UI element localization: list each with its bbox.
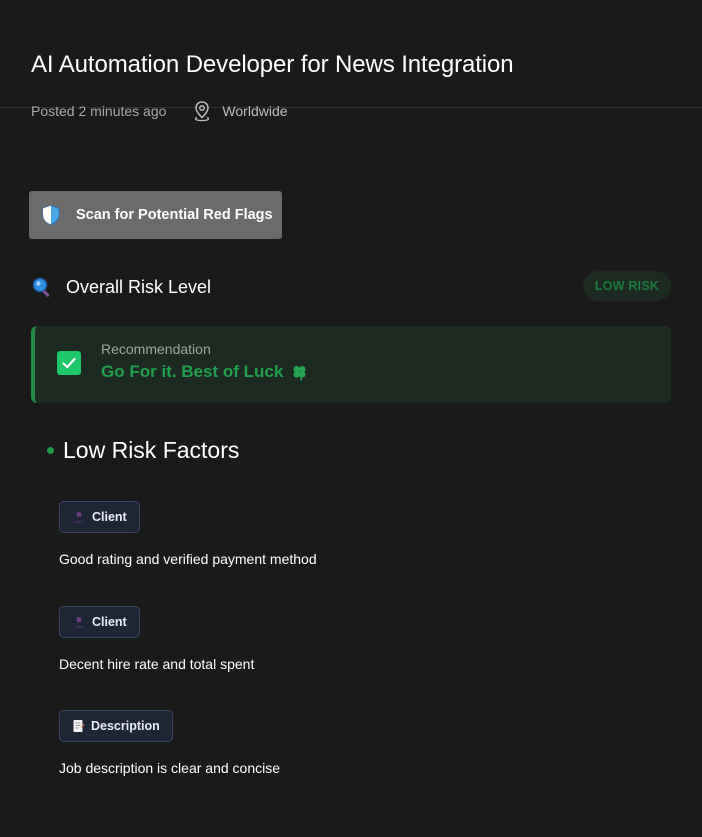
risk-factor-item: Client Good rating and verified payment … bbox=[59, 501, 317, 567]
person-icon bbox=[72, 510, 86, 524]
factor-description: Good rating and verified payment method bbox=[59, 551, 317, 567]
shield-icon bbox=[42, 204, 60, 226]
magnifier-icon bbox=[32, 277, 50, 297]
person-icon bbox=[72, 615, 86, 629]
recommendation-value: Go For it. Best of Luck bbox=[101, 362, 308, 382]
low-risk-factors-title: Low Risk Factors bbox=[63, 437, 240, 463]
factor-tag-client: Client bbox=[59, 606, 140, 638]
job-meta: Posted 2 minutes ago Worldwide bbox=[31, 100, 671, 122]
recommendation-card: Recommendation Go For it. Best of Luck bbox=[31, 326, 671, 403]
bullet-dot bbox=[47, 447, 54, 454]
low-risk-factors-heading: Low Risk Factors bbox=[47, 437, 239, 464]
risk-factor-item: Client Decent hire rate and total spent bbox=[59, 606, 254, 672]
scan-red-flags-button[interactable]: Scan for Potential Red Flags bbox=[29, 191, 282, 239]
job-header: AI Automation Developer for News Integra… bbox=[0, 0, 702, 122]
risk-level-badge: LOW RISK bbox=[582, 271, 671, 301]
job-title: AI Automation Developer for News Integra… bbox=[31, 51, 514, 78]
memo-icon bbox=[72, 719, 85, 733]
overall-risk-label: Overall Risk Level bbox=[66, 276, 212, 297]
four-leaf-clover-icon bbox=[293, 365, 306, 381]
overall-risk-row: Overall Risk Level LOW RISK bbox=[31, 271, 671, 303]
scan-button-label: Scan for Potential Red Flags bbox=[76, 207, 273, 223]
checkmark-icon bbox=[57, 351, 81, 375]
map-pin-icon bbox=[195, 101, 210, 122]
factor-tag-label: Client bbox=[92, 510, 127, 524]
factor-tag-label: Description bbox=[91, 719, 160, 733]
factor-description: Decent hire rate and total spent bbox=[59, 656, 255, 672]
location: Worldwide bbox=[192, 100, 288, 122]
factor-description: Job description is clear and concise bbox=[59, 760, 281, 776]
factor-tag-client: Client bbox=[59, 501, 140, 533]
recommendation-label: Recommendation bbox=[101, 341, 211, 357]
factor-tag-label: Client bbox=[92, 615, 127, 629]
location-label: Worldwide bbox=[222, 103, 288, 119]
posted-time: Posted 2 minutes ago bbox=[31, 103, 167, 119]
risk-factor-item: Description Job description is clear and… bbox=[59, 710, 280, 776]
factor-tag-description: Description bbox=[59, 710, 173, 742]
recommendation-text: Go For it. Best of Luck bbox=[101, 362, 284, 381]
